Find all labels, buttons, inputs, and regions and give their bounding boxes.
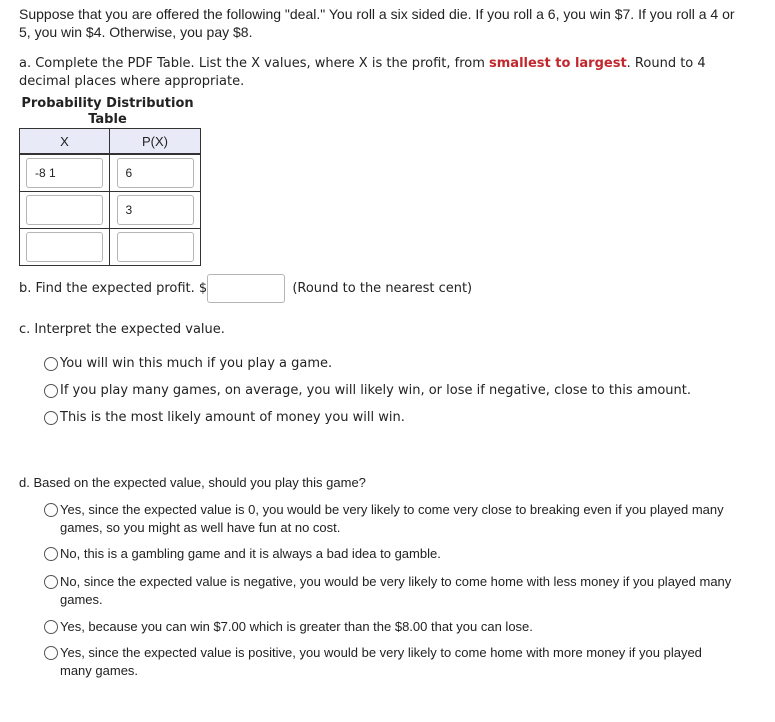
- radio-button[interactable]: [44, 575, 58, 589]
- px-input-row-2[interactable]: [116, 195, 194, 225]
- table-header-row: X P(X): [19, 128, 201, 155]
- radio-button[interactable]: [44, 547, 58, 561]
- px-input-row-3[interactable]: [116, 232, 194, 262]
- table-row: [19, 191, 201, 229]
- option-label: Yes, because you can win $7.00 which is …: [60, 619, 533, 634]
- part-b-label: b. Find the expected profit. $: [19, 281, 208, 296]
- option-label: You will win this much if you play a gam…: [60, 356, 333, 371]
- part-a-emphasis: smallest to largest: [489, 56, 627, 71]
- part-c-option-2[interactable]: If you play many games, on average, you …: [44, 382, 734, 400]
- option-label: If you play many games, on average, you …: [60, 383, 692, 398]
- part-d-option-1[interactable]: Yes, since the expected value is 0, you …: [44, 501, 734, 537]
- table-title-line1: Probability Distribution: [21, 96, 194, 111]
- option-label: Yes, since the expected value is positiv…: [60, 645, 702, 678]
- radio-button[interactable]: [44, 384, 58, 398]
- table-row: [19, 153, 201, 192]
- part-d-label: d. Based on the expected value, should y…: [19, 475, 366, 490]
- problem-statement: Suppose that you are offered the followi…: [19, 6, 735, 40]
- option-label: Yes, since the expected value is 0, you …: [60, 502, 724, 535]
- part-d-option-4[interactable]: Yes, because you can win $7.00 which is …: [44, 618, 734, 636]
- part-c-label: c. Interpret the expected value.: [19, 322, 225, 337]
- part-d-option-5[interactable]: Yes, since the expected value is positiv…: [44, 644, 734, 680]
- radio-button[interactable]: [44, 620, 58, 634]
- expected-profit-input[interactable]: [207, 274, 286, 303]
- radio-button[interactable]: [44, 646, 58, 660]
- x-input-row-3[interactable]: [26, 232, 103, 262]
- probability-distribution-table: X P(X): [19, 128, 201, 266]
- option-label: This is the most likely amount of money …: [60, 410, 405, 425]
- part-b: b. Find the expected profit. $ (Round to…: [19, 274, 472, 303]
- option-label: No, since the expected value is negative…: [60, 574, 732, 607]
- option-label: No, this is a gambling game and it is al…: [60, 546, 441, 561]
- x-input-row-2[interactable]: [26, 195, 103, 225]
- part-d-option-2[interactable]: No, this is a gambling game and it is al…: [44, 545, 734, 563]
- column-header-px: P(X): [109, 128, 201, 155]
- radio-button[interactable]: [44, 357, 58, 371]
- part-c-option-3[interactable]: This is the most likely amount of money …: [44, 409, 734, 427]
- part-d-option-3[interactable]: No, since the expected value is negative…: [44, 573, 734, 609]
- table-row: [19, 228, 201, 266]
- part-a-text: a. Complete the PDF Table. List the X va…: [19, 56, 490, 71]
- part-c-option-1[interactable]: You will win this much if you play a gam…: [44, 355, 734, 373]
- part-a-instructions: a. Complete the PDF Table. List the X va…: [19, 55, 719, 91]
- x-input-row-1[interactable]: [26, 158, 103, 188]
- px-input-row-1[interactable]: [116, 158, 194, 188]
- table-title-line2: Table: [88, 112, 127, 127]
- column-header-x: X: [19, 128, 110, 155]
- table-title: Probability Distribution Table: [19, 96, 196, 128]
- part-b-hint: (Round to the nearest cent): [292, 281, 473, 296]
- radio-button[interactable]: [44, 503, 58, 517]
- radio-button[interactable]: [44, 411, 58, 425]
